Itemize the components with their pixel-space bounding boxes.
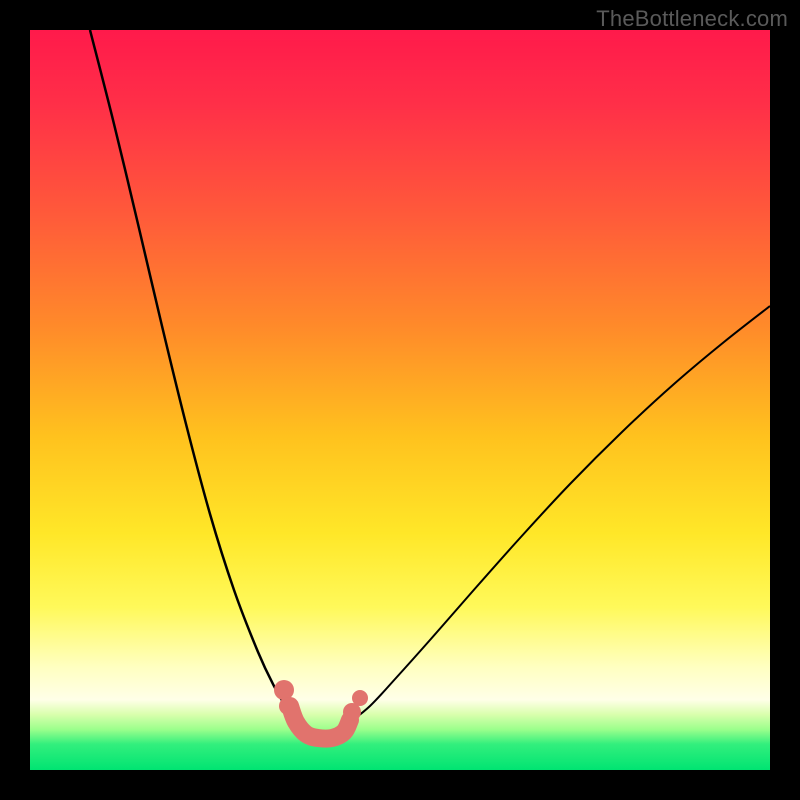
bead-dot [352,690,368,706]
bead-dot [274,680,294,700]
chart-frame: TheBottleneck.com [0,0,800,800]
gradient-background [30,30,770,770]
chart-svg [30,30,770,770]
plot-area [30,30,770,770]
watermark-text: TheBottleneck.com [596,6,788,32]
bead-dot [279,697,297,715]
